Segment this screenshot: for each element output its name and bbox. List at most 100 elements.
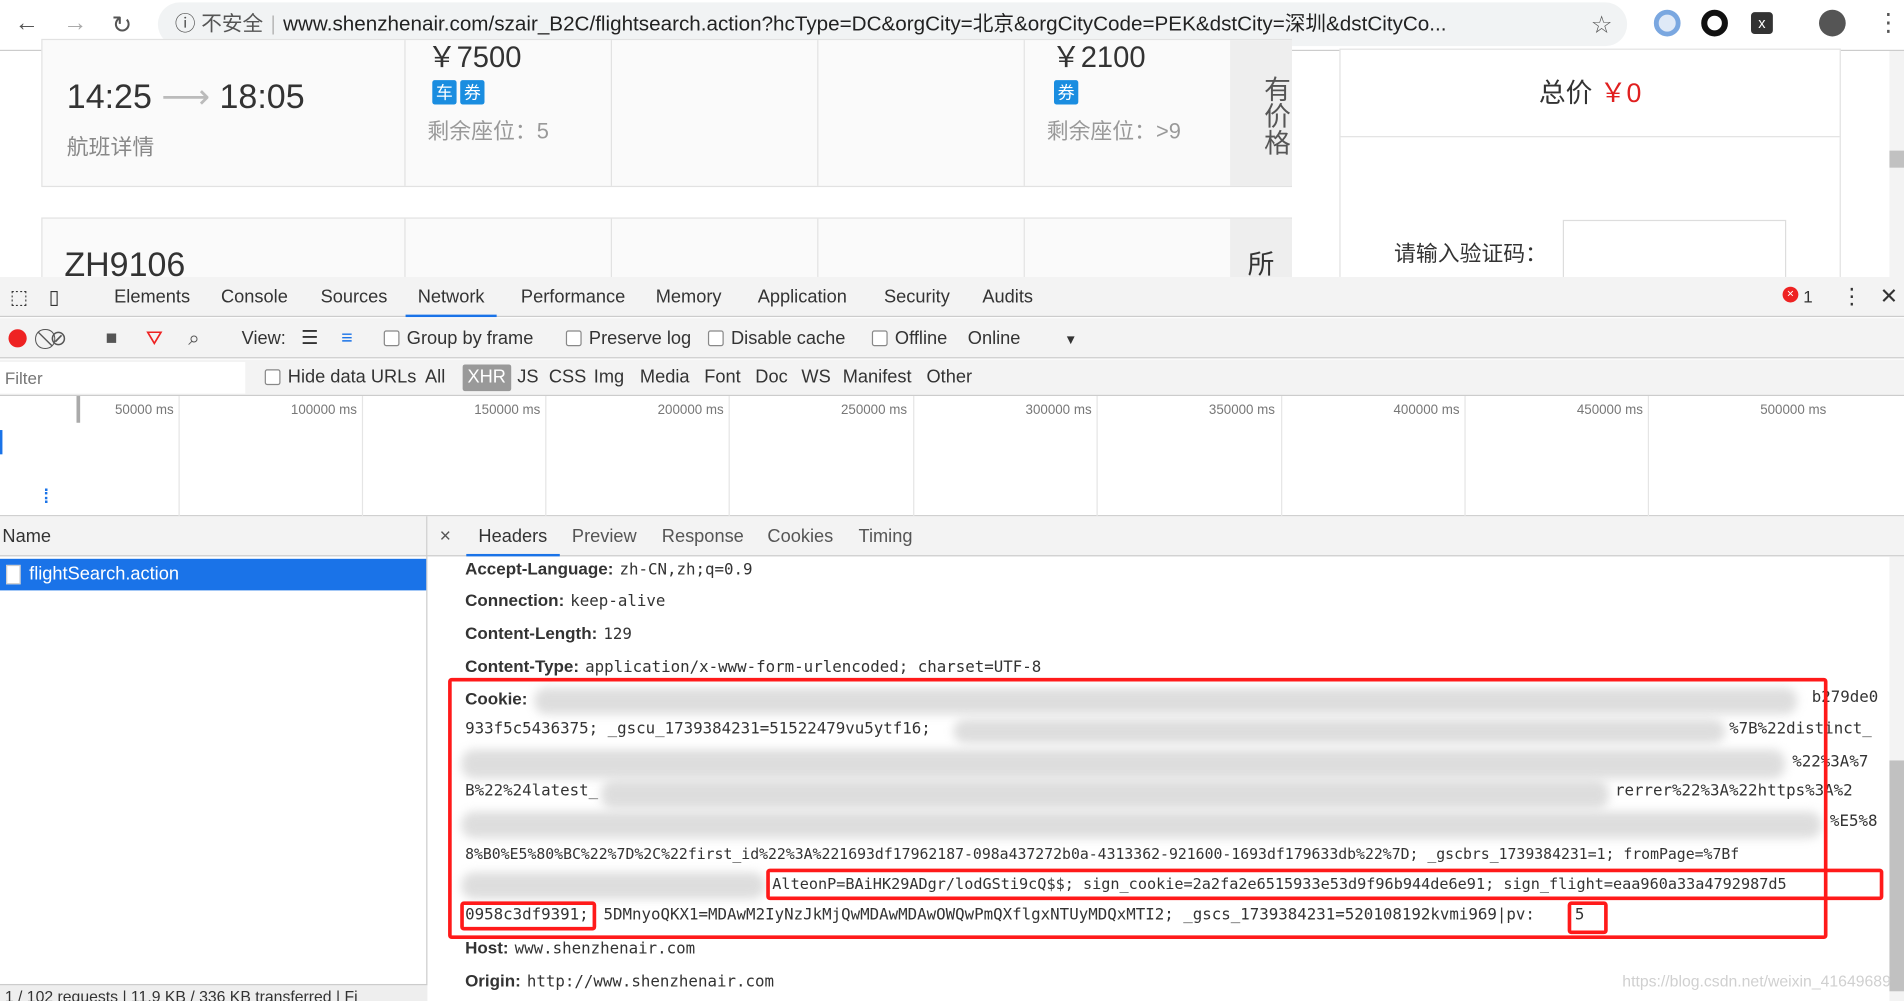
more-prices-toggle[interactable]: 有价格: [1230, 40, 1293, 186]
timeline-tick: 50000 ms: [0, 396, 179, 516]
extension-icon[interactable]: x: [1751, 12, 1773, 35]
filter-icon[interactable]: ⛛: [146, 318, 163, 358]
tab-sources[interactable]: Sources: [321, 277, 388, 317]
type-filter-other[interactable]: Other: [927, 360, 973, 396]
network-overview[interactable]: 50000 ms 100000 ms 150000 ms 200000 ms 2…: [0, 396, 1904, 517]
close-icon[interactable]: ✕: [1880, 277, 1898, 317]
seats-left: 剩余座位：>9: [1046, 119, 1181, 144]
type-filter-ws[interactable]: WS: [801, 360, 830, 396]
timeline-tick: 300000 ms: [913, 396, 1096, 517]
tab-security[interactable]: Security: [884, 277, 950, 317]
header-row: Host: www.shenzhenair.com: [465, 937, 696, 959]
fare-cell[interactable]: ￥7500 车券 剩余座位：5: [404, 40, 610, 186]
tab-performance[interactable]: Performance: [521, 277, 625, 317]
tab-preview[interactable]: Preview: [572, 516, 637, 556]
hide-data-urls-checkbox[interactable]: Hide data URLs: [264, 360, 416, 396]
filter-input[interactable]: [0, 362, 246, 394]
fare-cell[interactable]: [610, 40, 817, 186]
tab-memory[interactable]: Memory: [656, 277, 722, 317]
network-status-bar: 1 / 102 requests | 11.9 KB / 336 KB tran…: [0, 983, 428, 1001]
timeline-tick: 500000 ms: [1647, 396, 1831, 517]
tab-cookies[interactable]: Cookies: [767, 516, 833, 556]
type-filter-font[interactable]: Font: [704, 360, 740, 396]
type-filter-all[interactable]: All: [425, 360, 445, 396]
extension-icon[interactable]: [1653, 9, 1681, 37]
request-name: flightSearch.action: [29, 563, 179, 585]
capture-screenshots-icon[interactable]: ■: [106, 318, 118, 358]
tab-network[interactable]: Network: [405, 277, 497, 318]
forward-icon[interactable]: →: [63, 10, 87, 38]
star-icon[interactable]: ☆: [1591, 10, 1613, 40]
highlight-box: [460, 901, 597, 931]
type-filter-img[interactable]: Img: [594, 360, 624, 396]
disable-cache-checkbox[interactable]: Disable cache: [707, 318, 845, 358]
request-detail-tabs: × Headers Preview Response Cookies Timin…: [427, 516, 1904, 557]
chevron-down-icon: ▼: [1064, 332, 1078, 348]
header-row: Content-Length: 129: [465, 623, 632, 644]
type-filter-media[interactable]: Media: [640, 360, 690, 396]
clear-icon[interactable]: ⃠⊘: [50, 318, 67, 358]
total-label: 总价: [1538, 77, 1593, 109]
error-icon[interactable]: ×: [1782, 286, 1799, 303]
tab-application[interactable]: Application: [758, 277, 847, 317]
highlight-box: [1567, 901, 1608, 935]
back-icon[interactable]: ←: [15, 10, 39, 38]
document-icon: [6, 564, 21, 585]
type-filter-doc[interactable]: Doc: [755, 360, 787, 396]
flight-card: 14:25 ⟶ 18:05 航班详情 ￥7500 车券 剩余座位：5 ￥2100…: [41, 38, 1293, 188]
name-column-header[interactable]: Name: [0, 516, 428, 557]
fare-cell[interactable]: ￥2100 券 剩余座位：>9: [1023, 40, 1230, 186]
headers-scrollbar[interactable]: [1889, 556, 1904, 1001]
extension-icon[interactable]: [1701, 9, 1728, 37]
fare-price: ￥7500: [427, 41, 522, 75]
tab-response[interactable]: Response: [662, 516, 744, 556]
request-row[interactable]: flightSearch.action: [0, 558, 427, 591]
close-icon[interactable]: ×: [440, 516, 451, 556]
tab-elements[interactable]: Elements: [114, 277, 190, 317]
flight-times: 14:25 ⟶ 18:05: [66, 77, 305, 116]
waterfall-view-icon[interactable]: ≡: [341, 318, 352, 358]
cookie-text: %E5%8: [1829, 812, 1878, 831]
timeline-tick: 100000 ms: [178, 396, 362, 517]
tab-timing[interactable]: Timing: [859, 516, 913, 556]
menu-icon[interactable]: ⋮: [1876, 7, 1900, 37]
account-icon[interactable]: [1819, 9, 1846, 37]
request-list: [0, 556, 428, 984]
info-icon[interactable]: ⓘ: [175, 12, 201, 35]
group-by-frame-checkbox[interactable]: Group by frame: [383, 318, 533, 358]
search-icon[interactable]: ⌕: [188, 318, 200, 358]
total-value: ￥0: [1599, 77, 1642, 109]
captcha-label: 请输入验证码：: [1394, 241, 1548, 267]
url-text: www.shenzhenair.com/szair_B2C/flightsear…: [283, 12, 1447, 36]
flight-details-link[interactable]: 航班详情: [67, 130, 154, 162]
page-scrollbar[interactable]: [1889, 51, 1904, 277]
throttling-select[interactable]: Online ▼: [968, 318, 1078, 361]
coupon-badge: 券: [460, 80, 485, 105]
offline-checkbox[interactable]: Offline: [871, 318, 947, 358]
header-row: Content-Type: application/x-www-form-urle…: [465, 655, 1042, 677]
header-row: Origin: http://www.shenzhenair.com: [465, 970, 774, 992]
highlight-box: [766, 868, 1884, 901]
security-label: 不安全: [201, 12, 264, 36]
coupon-badge: 券: [1054, 80, 1079, 105]
type-filter-js[interactable]: JS: [517, 360, 538, 396]
fare-cell[interactable]: [817, 40, 1023, 186]
timeline-tick: 250000 ms: [728, 396, 912, 517]
watermark: https://blog.csdn.net/weixin_41649689: [1622, 971, 1891, 991]
tab-headers[interactable]: Headers: [466, 516, 560, 557]
type-filter-xhr[interactable]: XHR: [462, 364, 511, 392]
type-filter-manifest[interactable]: Manifest: [843, 360, 912, 396]
train-badge: 车: [432, 80, 457, 105]
devtools-menu-icon[interactable]: ⋮: [1841, 277, 1863, 317]
tab-audits[interactable]: Audits: [982, 277, 1033, 317]
record-icon[interactable]: [8, 329, 27, 348]
reload-icon[interactable]: ↻: [112, 10, 132, 40]
type-filter-css[interactable]: CSS: [549, 360, 586, 396]
filter-bar: Hide data URLs All XHR JS CSS Img Media …: [0, 359, 1904, 397]
device-toolbar-icon[interactable]: ▯: [49, 285, 60, 309]
error-count[interactable]: 1: [1803, 277, 1812, 317]
inspect-icon[interactable]: ⬚: [10, 285, 28, 309]
tab-console[interactable]: Console: [221, 277, 288, 317]
list-view-icon[interactable]: ☰: [301, 318, 318, 358]
preserve-log-checkbox[interactable]: Preserve log: [565, 318, 691, 358]
